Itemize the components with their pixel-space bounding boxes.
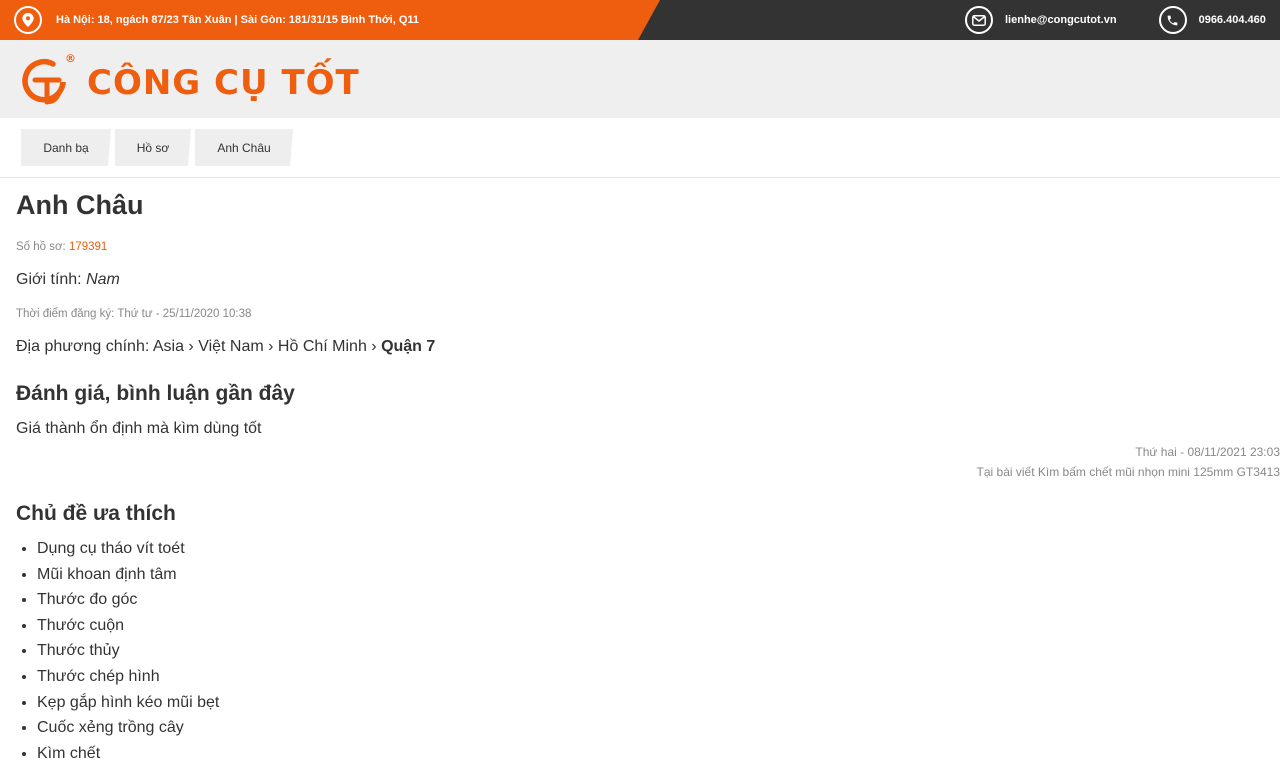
email-link[interactable]: lienhe@congcutot.vn bbox=[1005, 14, 1117, 26]
email-contact[interactable]: lienhe@congcutot.vn bbox=[965, 6, 1117, 34]
gender-value: Nam bbox=[86, 271, 120, 288]
review-meta: Thứ hai - 08/11/2021 23:03 Tại bài viết … bbox=[977, 442, 1280, 482]
topic-link[interactable]: Kẹp gắp hình kéo mũi bẹt bbox=[37, 694, 219, 711]
address-block: Hà Nội: 18, ngách 87/23 Tân Xuân | Sài G… bbox=[14, 0, 419, 40]
topic-link[interactable]: Mũi khoan định tâm bbox=[37, 566, 177, 583]
topics-title: Chủ đề ưa thích bbox=[16, 502, 176, 525]
breadcrumb: Danh bạ Hồ sơ Anh Châu bbox=[0, 118, 1280, 178]
list-item: Thước đo góc bbox=[37, 587, 219, 613]
brand-name: CÔNG CỤ TỐT bbox=[87, 63, 360, 103]
location-pin-icon bbox=[14, 6, 42, 34]
list-item: Cuốc xẻng trồng cây bbox=[37, 715, 219, 741]
topic-link[interactable]: Thước đo góc bbox=[37, 591, 137, 608]
registered-label: Thời điểm đăng ký: bbox=[16, 308, 115, 320]
topic-link[interactable]: Dụng cụ tháo vít toét bbox=[37, 540, 185, 557]
favorite-topics-list: Dụng cụ tháo vít toét Mũi khoan định tâm… bbox=[16, 536, 219, 766]
location-path[interactable]: Asia › Việt Nam › Hồ Chí Minh › bbox=[153, 338, 377, 355]
profile-id-value: 179391 bbox=[68, 241, 108, 253]
reviews-title: Đánh giá, bình luận gần đây bbox=[16, 382, 295, 405]
breadcrumb-item-current[interactable]: Anh Châu bbox=[195, 129, 293, 166]
review-text: Giá thành ổn định mà kìm dùng tốt bbox=[16, 420, 262, 437]
breadcrumb-item-profile[interactable]: Hồ sơ bbox=[115, 129, 191, 166]
phone-contact[interactable]: 0966.404.460 bbox=[1158, 6, 1266, 34]
location-row: Địa phương chính: Asia › Việt Nam › Hồ C… bbox=[16, 338, 435, 356]
site-logo[interactable]: ® CÔNG CỤ TỐT bbox=[15, 50, 360, 112]
envelope-icon bbox=[965, 6, 993, 34]
list-item: Kẹp gắp hình kéo mũi bẹt bbox=[37, 690, 219, 716]
gender-label: Giới tính: bbox=[16, 271, 82, 288]
location-district[interactable]: Quận 7 bbox=[381, 338, 435, 355]
registered-value: Thứ tư - 25/11/2020 10:38 bbox=[117, 308, 252, 320]
topic-link[interactable]: Thước cuộn bbox=[37, 617, 124, 634]
site-header: ® CÔNG CỤ TỐT bbox=[0, 40, 1280, 118]
page-title: Anh Châu bbox=[16, 190, 144, 220]
contact-block: lienhe@congcutot.vn 0966.404.460 bbox=[965, 0, 1266, 40]
profile-id-row: Số hồ sơ: 179391 bbox=[16, 241, 107, 253]
top-contact-bar: Hà Nội: 18, ngách 87/23 Tân Xuân | Sài G… bbox=[0, 0, 1280, 40]
list-item: Thước cuộn bbox=[37, 613, 219, 639]
list-item: Thước chép hình bbox=[37, 664, 219, 690]
topic-link[interactable]: Cuốc xẻng trồng cây bbox=[37, 719, 184, 736]
review-date: Thứ hai - 08/11/2021 23:03 bbox=[1135, 445, 1280, 459]
list-item: Dụng cụ tháo vít toét bbox=[37, 536, 219, 562]
phone-icon bbox=[1158, 6, 1187, 34]
list-item: Mũi khoan định tâm bbox=[37, 562, 219, 588]
breadcrumb-item-directory[interactable]: Danh bạ bbox=[21, 129, 111, 166]
list-item: Thước thủy bbox=[37, 638, 219, 664]
list-item: Kìm chết bbox=[37, 741, 219, 767]
profile-content: Anh Châu Số hồ sơ: 179391 Giới tính: Nam… bbox=[0, 178, 1280, 768]
topic-link[interactable]: Thước thủy bbox=[37, 642, 120, 659]
review-source-link[interactable]: Tại bài viết Kìm bấm chết mũi nhọn mini … bbox=[977, 462, 1280, 482]
location-label: Địa phương chính: bbox=[16, 338, 150, 355]
phone-number[interactable]: 0966.404.460 bbox=[1199, 14, 1266, 26]
topic-link[interactable]: Thước chép hình bbox=[37, 668, 160, 685]
topic-link[interactable]: Kìm chết bbox=[37, 745, 100, 762]
registered-mark: ® bbox=[65, 52, 76, 65]
gender-row: Giới tính: Nam bbox=[16, 271, 120, 289]
registered-row: Thời điểm đăng ký: Thứ tư - 25/11/2020 1… bbox=[16, 308, 251, 320]
address-text: Hà Nội: 18, ngách 87/23 Tân Xuân | Sài G… bbox=[56, 14, 420, 26]
logo-mark-icon: ® bbox=[22, 52, 76, 105]
profile-id-label: Số hồ sơ: bbox=[16, 241, 66, 253]
